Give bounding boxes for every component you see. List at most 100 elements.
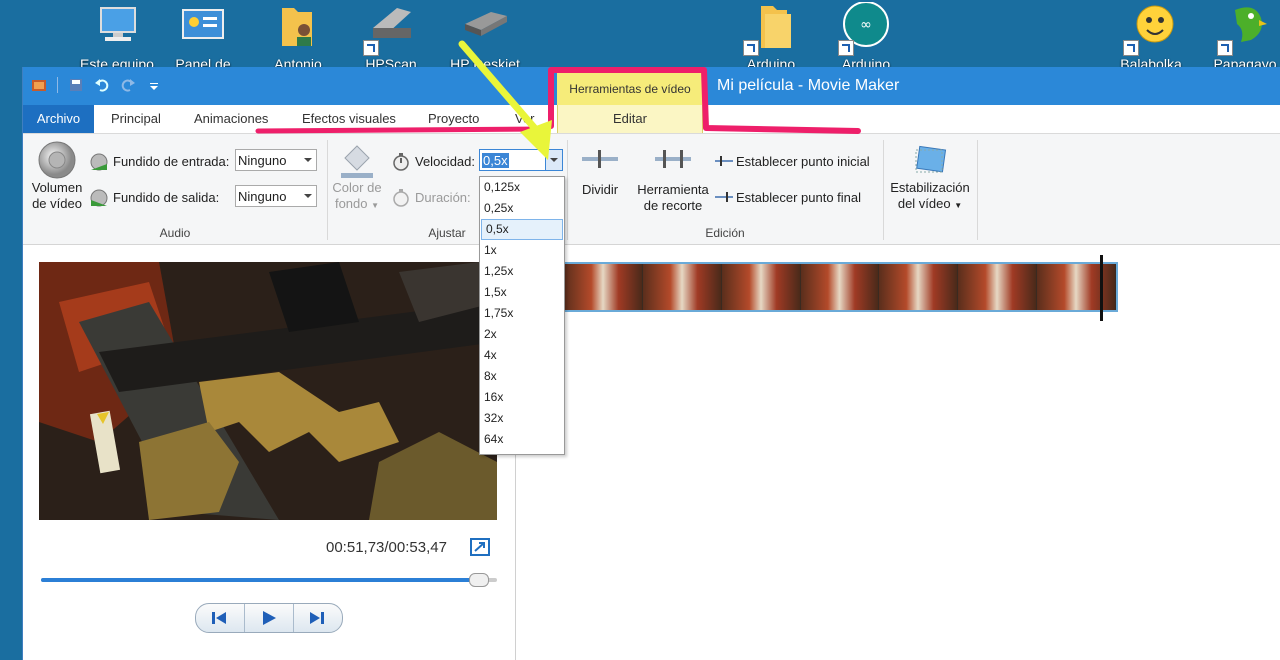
background-color-button[interactable]: Color de fondo ▼ [329, 140, 385, 220]
chevron-down-icon: ▼ [954, 201, 963, 210]
seek-thumb[interactable] [469, 573, 490, 587]
desktop-icon-folder[interactable]: Arduino [726, 0, 816, 72]
seek-bar[interactable] [41, 573, 497, 587]
speed-select[interactable]: 0,5x [479, 149, 563, 171]
desktop-icon-arduino[interactable]: ∞ Arduino [821, 0, 911, 72]
trim-icon [655, 150, 691, 168]
title-bar: Herramientas de vídeo Mi película - Movi… [23, 67, 1280, 105]
stabilization-icon [915, 145, 947, 173]
arduino-icon: ∞ [838, 1, 890, 56]
speed-option[interactable]: 8x [480, 366, 564, 387]
chevron-down-icon [304, 158, 312, 162]
speed-option[interactable]: 2x [480, 324, 564, 345]
ribbon: Volumen de vídeo Fundido de entrada: Nin… [23, 134, 1280, 245]
clip-frame [1037, 264, 1117, 310]
clip-thumbnails [564, 264, 1117, 310]
timecode: 00:51,73/00:53,47 [326, 539, 447, 556]
papagayo-icon [1217, 2, 1269, 56]
stabilization-label-2-row: del vídeo ▼ [885, 196, 975, 214]
chevron-down-icon: ▼ [371, 201, 380, 210]
storyboard [516, 245, 1280, 660]
fullscreen-preview-button[interactable] [470, 538, 490, 556]
fade-in-value: Ninguno [238, 153, 287, 168]
paint-bucket-icon [341, 145, 373, 178]
group-separator [567, 140, 568, 240]
redo-icon[interactable] [120, 77, 136, 93]
split-icon [582, 150, 618, 168]
tab-principal[interactable]: Principal [111, 105, 161, 133]
speed-option[interactable]: 1x [480, 240, 564, 261]
preview-pane: 00:51,73/00:53,47 [23, 245, 516, 660]
control-panel-icon [179, 2, 227, 50]
folder-icon [743, 2, 795, 56]
tab-ver[interactable]: Ver [515, 105, 535, 133]
tab-archivo[interactable]: Archivo [23, 105, 94, 133]
scanner-icon [363, 2, 415, 56]
tab-efectos-visuales[interactable]: Efectos visuales [302, 105, 396, 133]
speed-value: 0,5x [482, 153, 509, 168]
desktop-icon-pc[interactable]: Este equipo [72, 0, 162, 72]
speed-option[interactable]: 0,125x [480, 177, 564, 198]
previous-frame-button[interactable] [196, 604, 245, 632]
speed-dropdown-button[interactable] [545, 150, 562, 170]
fade-in-select[interactable]: Ninguno [235, 149, 317, 171]
speed-option[interactable]: 4x [480, 345, 564, 366]
fade-out-icon [90, 189, 108, 207]
set-end-point-button[interactable]: Establecer punto final [736, 190, 861, 205]
video-tools-context-label: Herramientas de vídeo [557, 67, 703, 105]
ribbon-tabs: Archivo Principal Animaciones Efectos vi… [23, 105, 1280, 134]
desktop-icon-scanner[interactable]: HPScan [346, 0, 436, 72]
tab-editar[interactable]: Editar [557, 105, 703, 133]
fade-out-value: Ninguno [238, 189, 287, 204]
set-start-point-button[interactable]: Establecer punto inicial [736, 154, 870, 169]
clip-frame [879, 264, 959, 310]
previous-frame-icon [212, 612, 226, 624]
playhead[interactable] [1100, 255, 1103, 321]
speed-option[interactable]: 1,25x [480, 261, 564, 282]
video-clip[interactable] [562, 262, 1118, 312]
desktop-icon-balabolka[interactable]: Balabolka [1106, 0, 1196, 72]
next-frame-button[interactable] [294, 604, 342, 632]
speed-option[interactable]: 32x [480, 408, 564, 429]
video-volume-button[interactable]: Volumen de vídeo [29, 140, 85, 220]
desktop-icon-printer[interactable]: HP Deskjet [440, 0, 530, 72]
video-preview[interactable] [39, 262, 497, 520]
play-button[interactable] [245, 604, 294, 632]
desktop-icon-control-panel[interactable]: Panel de [158, 0, 248, 72]
playback-controls [195, 603, 343, 633]
speed-option[interactable]: 1,5x [480, 282, 564, 303]
bg-color-label-2-row: fondo ▼ [329, 196, 385, 214]
movie-maker-app-icon[interactable] [31, 77, 47, 93]
tab-proyecto[interactable]: Proyecto [428, 105, 479, 133]
video-stabilization-button[interactable]: Estabilización del vídeo ▼ [885, 140, 975, 220]
split-button[interactable]: Dividir [575, 144, 625, 220]
window-title: Mi película - Movie Maker [717, 77, 900, 94]
customize-toolbar-icon[interactable] [146, 77, 162, 93]
stabilization-label-1: Estabilización [890, 180, 970, 195]
split-label: Dividir [581, 182, 619, 197]
clip-frame [642, 264, 722, 310]
trim-label-1: Herramienta [637, 182, 709, 197]
trim-label-2: de recorte [643, 198, 703, 213]
fade-out-select[interactable]: Ninguno [235, 185, 317, 207]
clip-frame [800, 264, 880, 310]
user-folder-icon [274, 2, 322, 50]
speed-dropdown-list: 0,125x 0,25x 0,5x 1x 1,25x 1,5x 1,75x 2x 4x 8x 16x… [479, 176, 565, 455]
clip-frame [721, 264, 801, 310]
clip-frame [958, 264, 1038, 310]
desktop-icon-papagayo[interactable]: Papagayo [1200, 0, 1280, 72]
speed-option[interactable]: 1,75x [480, 303, 564, 324]
tab-animaciones[interactable]: Animaciones [194, 105, 268, 133]
stabilization-label-2: del vídeo [897, 196, 951, 211]
save-icon[interactable] [68, 77, 84, 93]
speed-option[interactable]: 0,5x [481, 219, 563, 240]
speed-option[interactable]: 64x [480, 429, 564, 450]
speed-option[interactable]: 0,25x [480, 198, 564, 219]
desktop-icon-user-folder[interactable]: Antonio [253, 0, 343, 72]
undo-icon[interactable] [94, 77, 110, 93]
speed-option[interactable]: 16x [480, 387, 564, 408]
set-end-point-icon [715, 192, 733, 202]
edit-group-label: Edición [705, 226, 745, 240]
svg-text:∞: ∞ [860, 17, 872, 33]
trim-tool-button[interactable]: Herramienta de recorte [631, 144, 715, 220]
